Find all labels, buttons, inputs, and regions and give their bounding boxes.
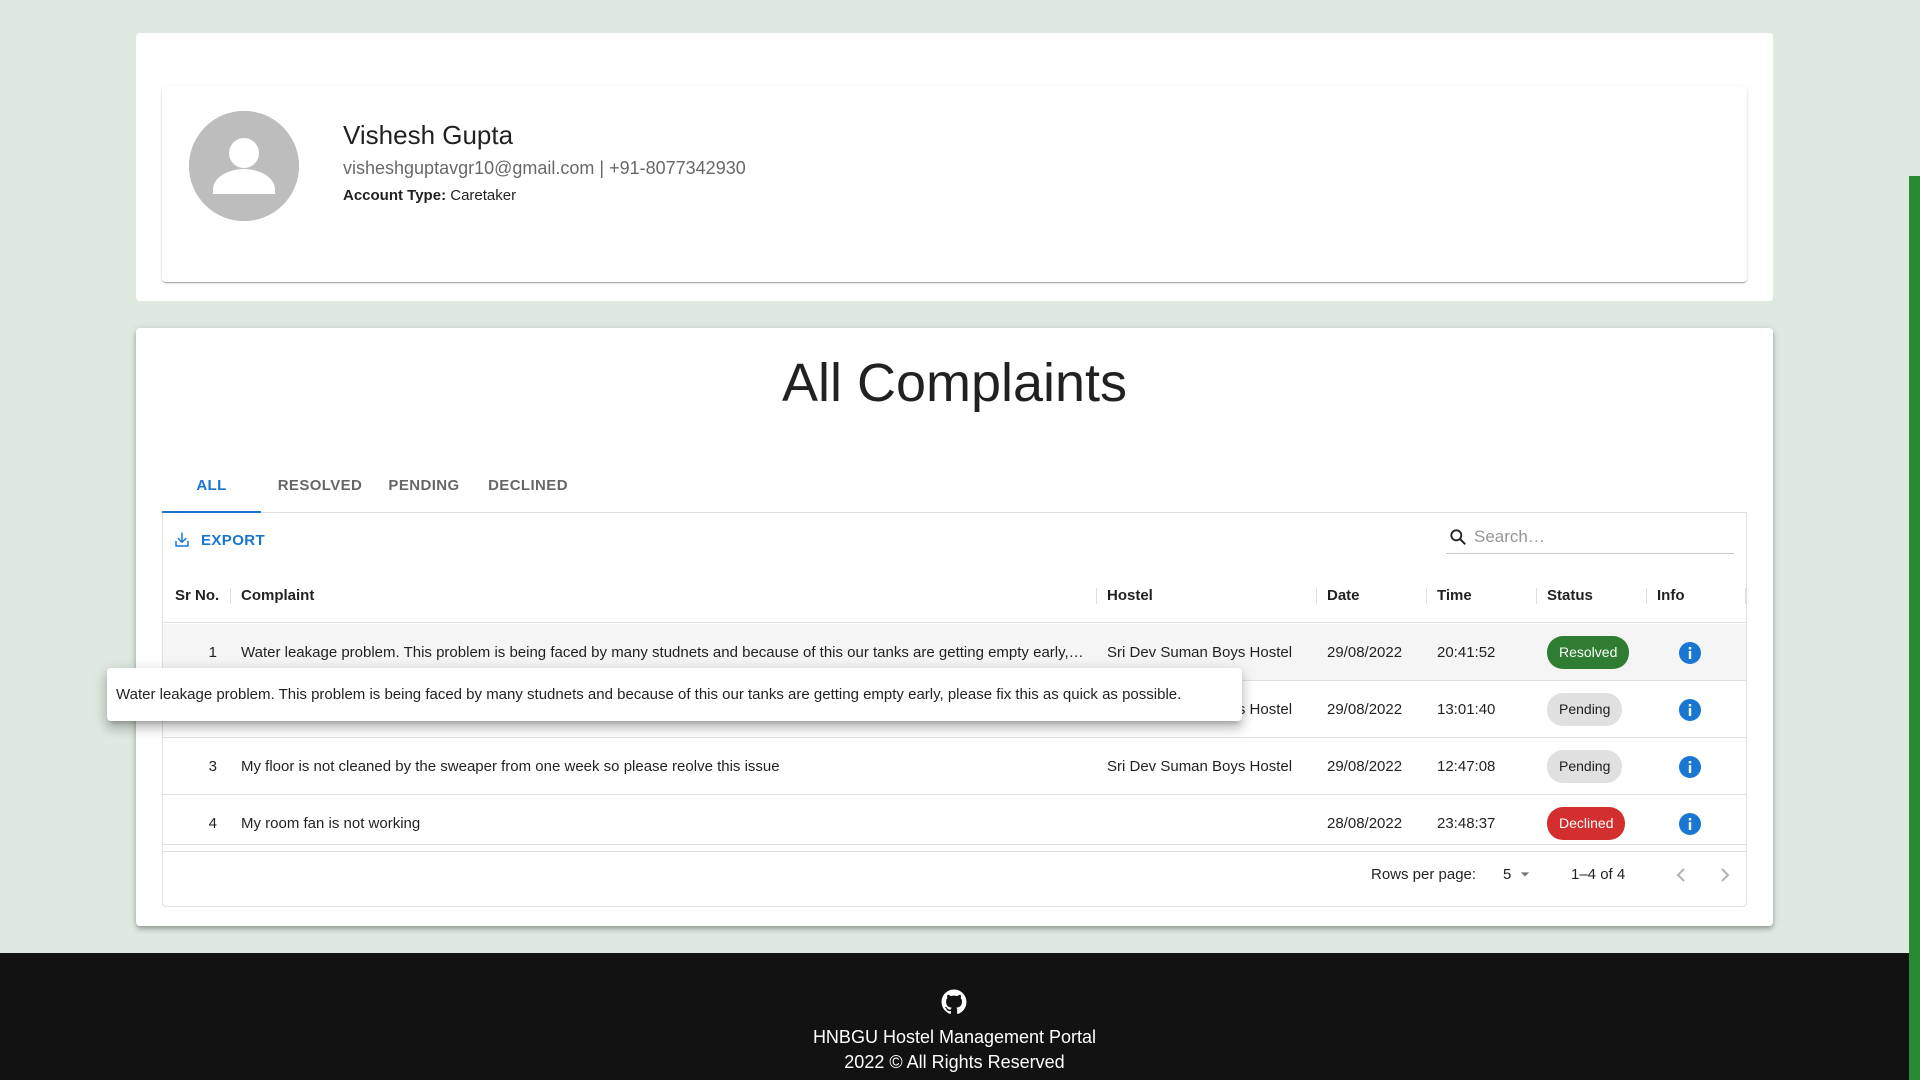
page-range: 1–4 of 4 [1571, 866, 1626, 883]
date-cell: 29/08/2022 [1327, 758, 1403, 775]
tab-all[interactable]: ALL [162, 459, 261, 513]
page-title: All Complaints [781, 353, 1128, 413]
column-separator[interactable] [1316, 588, 1317, 604]
column-header-time[interactable]: Time [1437, 569, 1472, 623]
complaints-section: All Complaints ALL RESOLVED PENDING DECL… [136, 328, 1773, 926]
search-icon [1450, 528, 1466, 545]
column-header-hostel[interactable]: Hostel [1107, 569, 1153, 623]
status-badge: Declined [1547, 807, 1626, 840]
user-phone: +91-8077342930 [609, 158, 746, 178]
search-input[interactable] [1474, 526, 1724, 547]
status-badge: Pending [1547, 750, 1623, 783]
complaint-tooltip: Water leakage problem. This problem is b… [107, 668, 1242, 721]
chevron-right-icon [1721, 868, 1730, 882]
column-separator[interactable] [230, 588, 231, 604]
info-button[interactable] [1678, 698, 1702, 722]
table-header: Sr No. Complaint Hostel Date Time Status… [163, 569, 1746, 623]
status-badge: Pending [1547, 693, 1623, 726]
date-cell: 29/08/2022 [1327, 644, 1403, 661]
date-cell: 29/08/2022 [1327, 701, 1403, 718]
profile-section: Vishesh Gupta visheshguptavgr10@gmail.co… [136, 33, 1773, 301]
download-icon [175, 532, 189, 547]
time-cell: 20:41:52 [1437, 644, 1496, 661]
previous-page-button[interactable] [1669, 863, 1693, 887]
page-scrollbar[interactable] [1909, 0, 1920, 1080]
table-row[interactable]: 3 My floor is not cleaned by the sweaper… [163, 738, 1746, 795]
export-label: EXPORT [201, 531, 266, 549]
column-header-status[interactable]: Status [1547, 569, 1593, 623]
time-cell: 12:47:08 [1437, 758, 1496, 775]
info-icon [1679, 642, 1701, 664]
person-icon [189, 111, 299, 221]
next-page-button[interactable] [1713, 863, 1737, 887]
rows-per-page-label: Rows per page: [1371, 866, 1477, 883]
user-email: visheshguptavgr10@gmail.com [343, 158, 595, 178]
status-tabs: ALL RESOLVED PENDING DECLINED [162, 459, 1747, 513]
tab-resolved[interactable]: RESOLVED [270, 459, 370, 513]
export-button[interactable]: EXPORT [173, 526, 265, 554]
caret-down-icon [1521, 872, 1530, 877]
column-header-date[interactable]: Date [1327, 569, 1360, 623]
hostel-cell: Sri Dev Suman Boys Hostel [1107, 758, 1293, 775]
time-cell: 13:01:40 [1437, 701, 1496, 718]
info-icon [1679, 813, 1701, 835]
column-header-sr-no[interactable]: Sr No. [175, 569, 219, 623]
complaint-cell[interactable]: My floor is not cleaned by the sweaper f… [241, 738, 1086, 795]
info-icon [1679, 699, 1701, 721]
column-header-complaint[interactable]: Complaint [241, 569, 314, 623]
table-pagination: Rows per page: 5 1–4 of 4 [163, 844, 1746, 905]
portal-name: HNBGU Hostel Management Portal [812, 1027, 1097, 1047]
sr-no-cell: 3 [208, 758, 217, 775]
user-contact: visheshguptavgr10@gmail.com | +91-807734… [343, 158, 746, 179]
github-icon [941, 989, 967, 1014]
column-separator[interactable] [1536, 588, 1537, 604]
tab-pending[interactable]: PENDING [378, 459, 470, 513]
rows-per-page-value: 5 [1503, 865, 1512, 883]
info-button[interactable] [1678, 812, 1702, 836]
profile-card: Vishesh Gupta visheshguptavgr10@gmail.co… [162, 86, 1747, 282]
site-footer: HNBGU Hostel Management Portal 2022 © Al… [0, 953, 1909, 1080]
contact-separator: | [594, 158, 610, 178]
copyright-text: 2022 © All Rights Reserved [844, 1052, 1065, 1072]
status-badge: Resolved [1547, 636, 1630, 669]
scrollbar-thumb[interactable] [1909, 176, 1920, 1080]
chevron-left-icon [1676, 868, 1685, 882]
column-separator[interactable] [1426, 588, 1427, 604]
info-icon [1679, 756, 1701, 778]
info-button[interactable] [1678, 755, 1702, 779]
user-name: Vishesh Gupta [343, 120, 514, 150]
column-header-info[interactable]: Info [1657, 569, 1685, 623]
account-type: Account Type: Caretaker [343, 187, 516, 204]
column-separator[interactable] [1745, 588, 1746, 604]
search-field [1446, 520, 1734, 554]
column-separator[interactable] [1646, 588, 1647, 604]
account-type-value: Caretaker [450, 187, 517, 204]
github-link[interactable] [941, 989, 967, 1015]
info-button[interactable] [1678, 641, 1702, 665]
account-type-label: Account Type: [343, 187, 447, 204]
rows-per-page-select[interactable]: 5 [1503, 862, 1535, 886]
avatar [189, 111, 299, 221]
column-separator[interactable] [1096, 588, 1097, 604]
tab-declined[interactable]: DECLINED [478, 459, 578, 513]
